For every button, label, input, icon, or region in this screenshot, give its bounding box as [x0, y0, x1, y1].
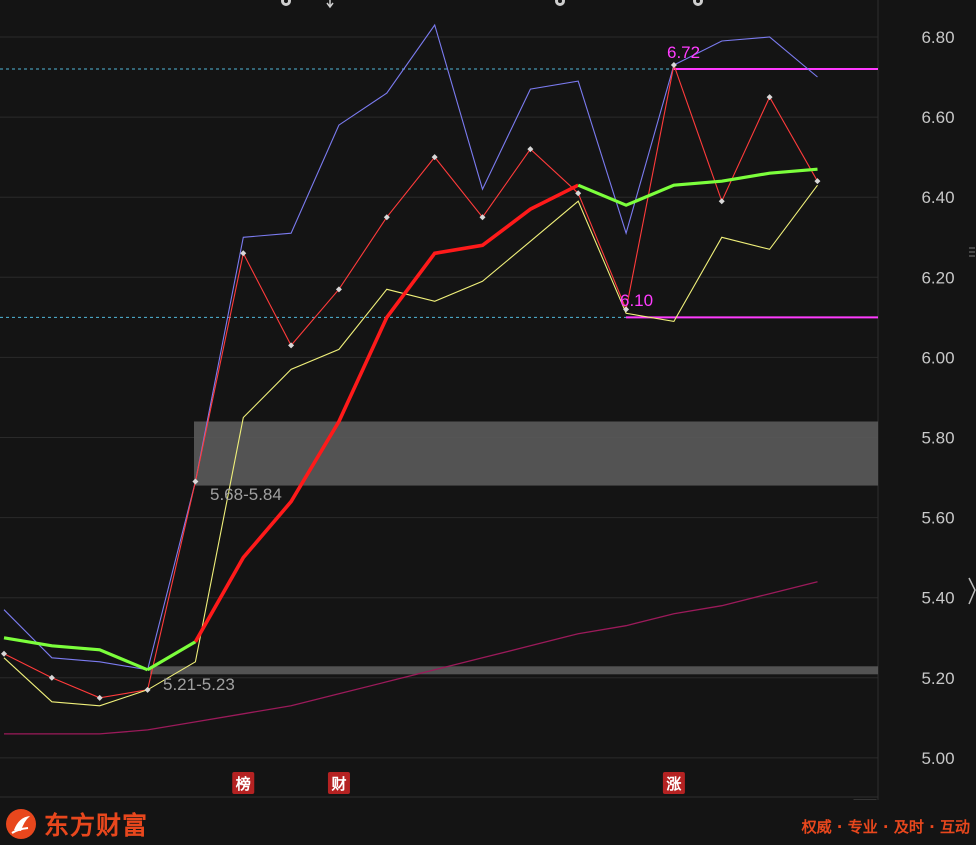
brand-logo[interactable]: 东方财富	[6, 806, 148, 842]
y-tick-label: 6.80	[921, 28, 954, 47]
level-label: 6.72	[667, 43, 700, 62]
event-marker-label[interactable]: 涨	[666, 775, 681, 793]
y-tick-label: 6.00	[921, 348, 954, 367]
event-marker-label[interactable]: 榜	[236, 775, 251, 793]
price-band-label: 5.68-5.84	[210, 485, 282, 504]
y-tick-label: 6.20	[921, 268, 954, 287]
event-marker-label[interactable]: 财	[331, 775, 346, 793]
y-tick-label: 5.20	[921, 669, 954, 688]
y-tick-label: 6.60	[921, 108, 954, 127]
price-band	[194, 421, 878, 486]
level-label: 6.10	[620, 291, 653, 310]
y-tick-label: 5.00	[921, 749, 954, 768]
y-tick-label: 5.60	[921, 509, 954, 528]
price-band	[150, 666, 878, 675]
chart-background	[0, 0, 976, 800]
y-tick-label: 5.80	[921, 429, 954, 448]
brand-name: 东方财富	[44, 811, 149, 840]
price-band-label: 5.21-5.23	[163, 675, 235, 694]
price-chart[interactable]: 5.68-5.84 5.21-5.23 6.72 6.10 6.80 6.60 6.40 6…	[0, 0, 976, 800]
footer-bar: 东方财富 权威 · 专业 · 及时 · 互动	[0, 800, 976, 845]
y-tick-label: 6.40	[921, 188, 954, 207]
y-tick-label: 5.40	[921, 589, 954, 608]
brand-logo-icon	[6, 809, 36, 839]
brand-slogan: 权威 · 专业 · 及时 · 互动	[801, 818, 970, 836]
